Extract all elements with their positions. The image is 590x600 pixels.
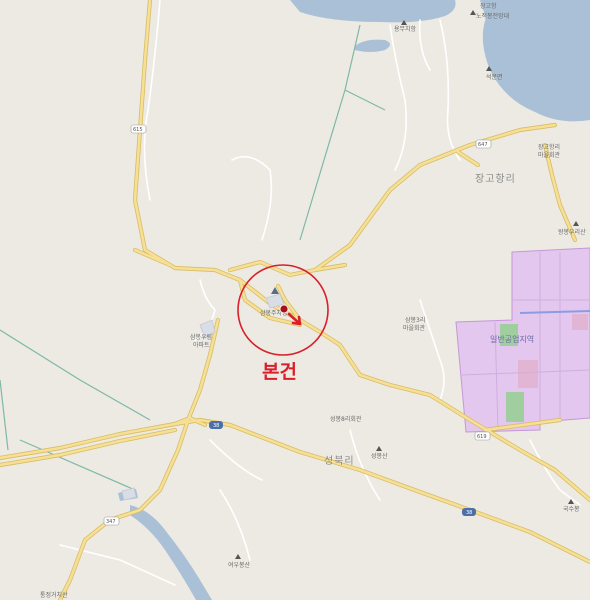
poi-label-janggo-office2: 마을회관 — [538, 151, 561, 159]
svg-text:347: 347 — [106, 519, 116, 525]
route-shield-38a: 38 — [209, 421, 223, 429]
poi-label-north-shore-2: 노적봉전망대 — [476, 12, 509, 20]
route-shield-38b: 38 — [462, 508, 476, 516]
route-shield-647: 647 — [475, 139, 492, 149]
poi-label-janggo-office: 장고항리 — [538, 143, 560, 151]
poi-label-seongbuk-office: 성봉8리회관 — [330, 415, 362, 423]
svg-text:615: 615 — [133, 127, 143, 133]
area-label-janggo: 장고항리 — [475, 173, 516, 185]
poi-label-north-shore-1: 장고항 — [480, 2, 497, 10]
route-shield-347: 347 — [103, 516, 120, 526]
map-canvas[interactable]: 615 647 38 38 619 347 장고항리 성북리 일반공업지역 장고… — [0, 0, 590, 600]
poi-label-right-top: 석문면 — [486, 73, 503, 81]
map-pin-icon[interactable] — [279, 304, 289, 314]
svg-text:619: 619 — [477, 434, 487, 440]
poi-label-bottom-left: 통정거치산 — [40, 591, 68, 599]
poi-label-peak-right: 왕봉우리산 — [558, 228, 586, 236]
poi-label-samyong-office: 삼봉3리 — [405, 316, 425, 324]
route-shield-619: 619 — [474, 431, 491, 441]
subject-label: 본건 — [262, 361, 297, 383]
svg-text:647: 647 — [478, 142, 488, 148]
poi-label-samyong-village: 삼봉우림 — [190, 333, 212, 341]
svg-text:38: 38 — [213, 423, 219, 429]
poi-label-samyong-village2: 아파트 — [193, 341, 210, 349]
area-label-seongbuk: 성북리 — [324, 455, 355, 467]
poi-label-peak-mid: 성봉산 — [371, 452, 388, 460]
poi-label-samyong-office2: 마을회관 — [403, 324, 426, 332]
poi-label-peak-right-low: 국수봉 — [563, 505, 580, 513]
map-background — [0, 0, 590, 600]
svg-text:38: 38 — [466, 510, 472, 516]
poi-label-north-mid: 용무치항 — [394, 25, 417, 33]
area-label-industrial: 일반공업지역 — [490, 334, 534, 344]
poi-label-peak-bottom: 여우봉산 — [228, 561, 251, 569]
route-shield-615: 615 — [130, 124, 147, 134]
